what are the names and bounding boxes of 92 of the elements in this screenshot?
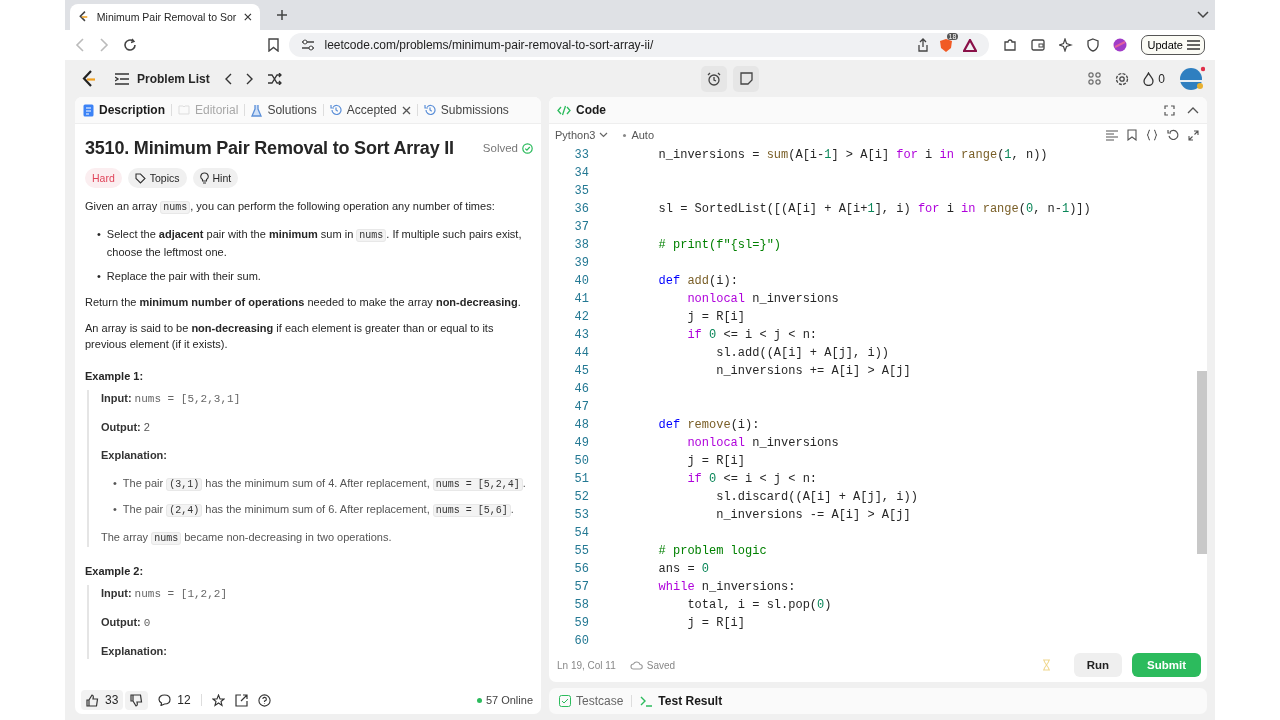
line-number: 35 xyxy=(573,184,590,198)
code-line: j = R[i] xyxy=(686,616,746,630)
code-line: j = R[i] xyxy=(686,310,746,324)
bullet-marker: • xyxy=(97,269,101,284)
line-number: 36 xyxy=(573,202,590,216)
code-line: j = R[i] xyxy=(686,454,746,468)
online-count: 57 Online xyxy=(485,694,533,706)
comments-button[interactable]: 12 xyxy=(158,693,191,707)
hint-tag[interactable]: Hint xyxy=(192,168,239,188)
update-button[interactable]: Update xyxy=(1140,35,1205,55)
line-number: 49 xyxy=(573,436,590,450)
line-number: 34 xyxy=(573,166,590,180)
example-line: Explanation: xyxy=(101,644,168,659)
line-number: 44 xyxy=(573,346,590,360)
code-line: sl = SortedList([(A[i] + A[i+1], i) for i in range(0, n-1)]) xyxy=(657,202,1091,216)
code-line: def remove(i): xyxy=(657,418,760,432)
line-number: 54 xyxy=(573,526,590,540)
code-line: sl.add((A[i] + A[j], i)) xyxy=(715,346,890,360)
example-heading: Example 2: xyxy=(85,564,145,579)
line-number: 55 xyxy=(573,544,590,558)
line-number: 38 xyxy=(573,238,590,252)
line-number: 47 xyxy=(573,400,590,414)
code-line: nonlocal n_inversions xyxy=(686,436,839,450)
code-line: # problem logic xyxy=(657,544,767,558)
code-line: while n_inversions: xyxy=(657,580,796,594)
bullet-marker: • xyxy=(113,476,117,491)
problem-list-link[interactable]: Problem List xyxy=(115,71,210,86)
paragraph: An array is said to be non-decreasing if each element is greater than or equal to its previous element (if it exists). xyxy=(85,321,495,352)
panel-tab[interactable]: Accepted xyxy=(329,103,411,117)
code-line: if 0 <= i < j < n: xyxy=(686,328,818,342)
code-line: n_inversions = sum(A[i-1] > A[i] for i in range(1, n)) xyxy=(657,148,1048,162)
panel-tab[interactable]: Description xyxy=(83,103,165,117)
topics-tag[interactable]: Topics xyxy=(127,168,187,188)
console-tab[interactable]: Test Result xyxy=(640,694,723,708)
line-number: 59 xyxy=(573,616,590,630)
run-button[interactable]: Run xyxy=(1073,653,1122,677)
list-item: The pair (3,1) has the minimum sum of 4. After replacement, nums = [5,2,4] . xyxy=(122,476,527,493)
code-tab[interactable]: Code xyxy=(557,103,606,117)
code-line: def add(i): xyxy=(657,274,738,288)
code-line: # print(f"{sl=}") xyxy=(657,238,782,252)
language-dropdown[interactable]: Python3 xyxy=(555,129,609,141)
example-line: Input: nums = [1,2,2] xyxy=(101,586,229,602)
example-line: Output: 2 xyxy=(101,420,151,435)
line-number: 46 xyxy=(573,382,590,396)
list-item: The pair (2,4) has the minimum sum of 6. After replacement, nums = [5,6] . xyxy=(122,502,515,519)
line-number: 52 xyxy=(573,490,590,504)
problem-title: 3510. Minimum Pair Removal to Sort Array II xyxy=(85,137,454,160)
list-item: Select the adjacent pair with the minimum sum in nums . If multiple such pairs exist, choose the leftmost one. xyxy=(106,227,523,260)
example-line: Input: nums = [5,2,3,1] xyxy=(101,391,242,407)
line-number: 41 xyxy=(573,292,590,306)
code-line: if 0 <= i < j < n: xyxy=(686,472,818,486)
line-number: 42 xyxy=(573,310,590,324)
paragraph: Return the minimum number of operations needed to make the array non-decreasing. xyxy=(85,295,522,310)
code-line: total, i = sl.pop(0) xyxy=(686,598,832,612)
line-number: 57 xyxy=(573,580,590,594)
line-number: 51 xyxy=(573,472,590,486)
line-number: 40 xyxy=(573,274,590,288)
code-line: sl.discard((A[i] + A[j], i)) xyxy=(715,490,918,504)
line-number: 50 xyxy=(573,454,590,468)
console-tab[interactable]: Testcase xyxy=(559,694,624,708)
line-number: 43 xyxy=(573,328,590,342)
code-line: n_inversions -= A[i] > A[j] xyxy=(715,508,911,522)
line-number: 37 xyxy=(573,220,590,234)
paragraph: Given an array nums , you can perform the following operation any number of times: xyxy=(85,199,496,216)
streak-counter[interactable]: 0 xyxy=(1143,71,1165,86)
line-number: 45 xyxy=(573,364,590,378)
line-number: 53 xyxy=(573,508,590,522)
line-number: 58 xyxy=(573,598,590,612)
panel-tab[interactable]: Submissions xyxy=(423,103,509,117)
example-line: Explanation: xyxy=(101,448,168,463)
line-number: 39 xyxy=(573,256,590,270)
line-number: 33 xyxy=(573,148,590,162)
difficulty-tag: Hard xyxy=(85,168,122,188)
browser-tab[interactable]: Minimum Pair Removal to Sor xyxy=(70,4,260,30)
line-number: 48 xyxy=(573,418,590,432)
paragraph: The array nums became non-decreasing in two operations. xyxy=(101,530,393,547)
code-line: nonlocal n_inversions xyxy=(686,292,839,306)
panel-tab[interactable]: Solutions xyxy=(251,103,317,117)
line-number: 56 xyxy=(573,562,590,576)
code-line: n_inversions += A[i] > A[j] xyxy=(715,364,911,378)
cursor-position: Ln 19, Col 11 xyxy=(557,659,616,671)
save-status: Saved xyxy=(629,659,676,671)
list-item: Replace the pair with their sum. xyxy=(106,269,262,284)
bullet-marker: • xyxy=(113,502,117,517)
example-line: Output: 0 xyxy=(101,615,152,631)
auto-mode[interactable]: Auto xyxy=(623,129,654,141)
line-number: 60 xyxy=(573,634,590,648)
solved-status: Solved xyxy=(482,141,518,156)
example-heading: Example 1: xyxy=(85,369,145,384)
code-line: ans = 0 xyxy=(657,562,710,576)
like-button[interactable]: 33 xyxy=(81,690,124,710)
bullet-marker: • xyxy=(97,227,101,242)
